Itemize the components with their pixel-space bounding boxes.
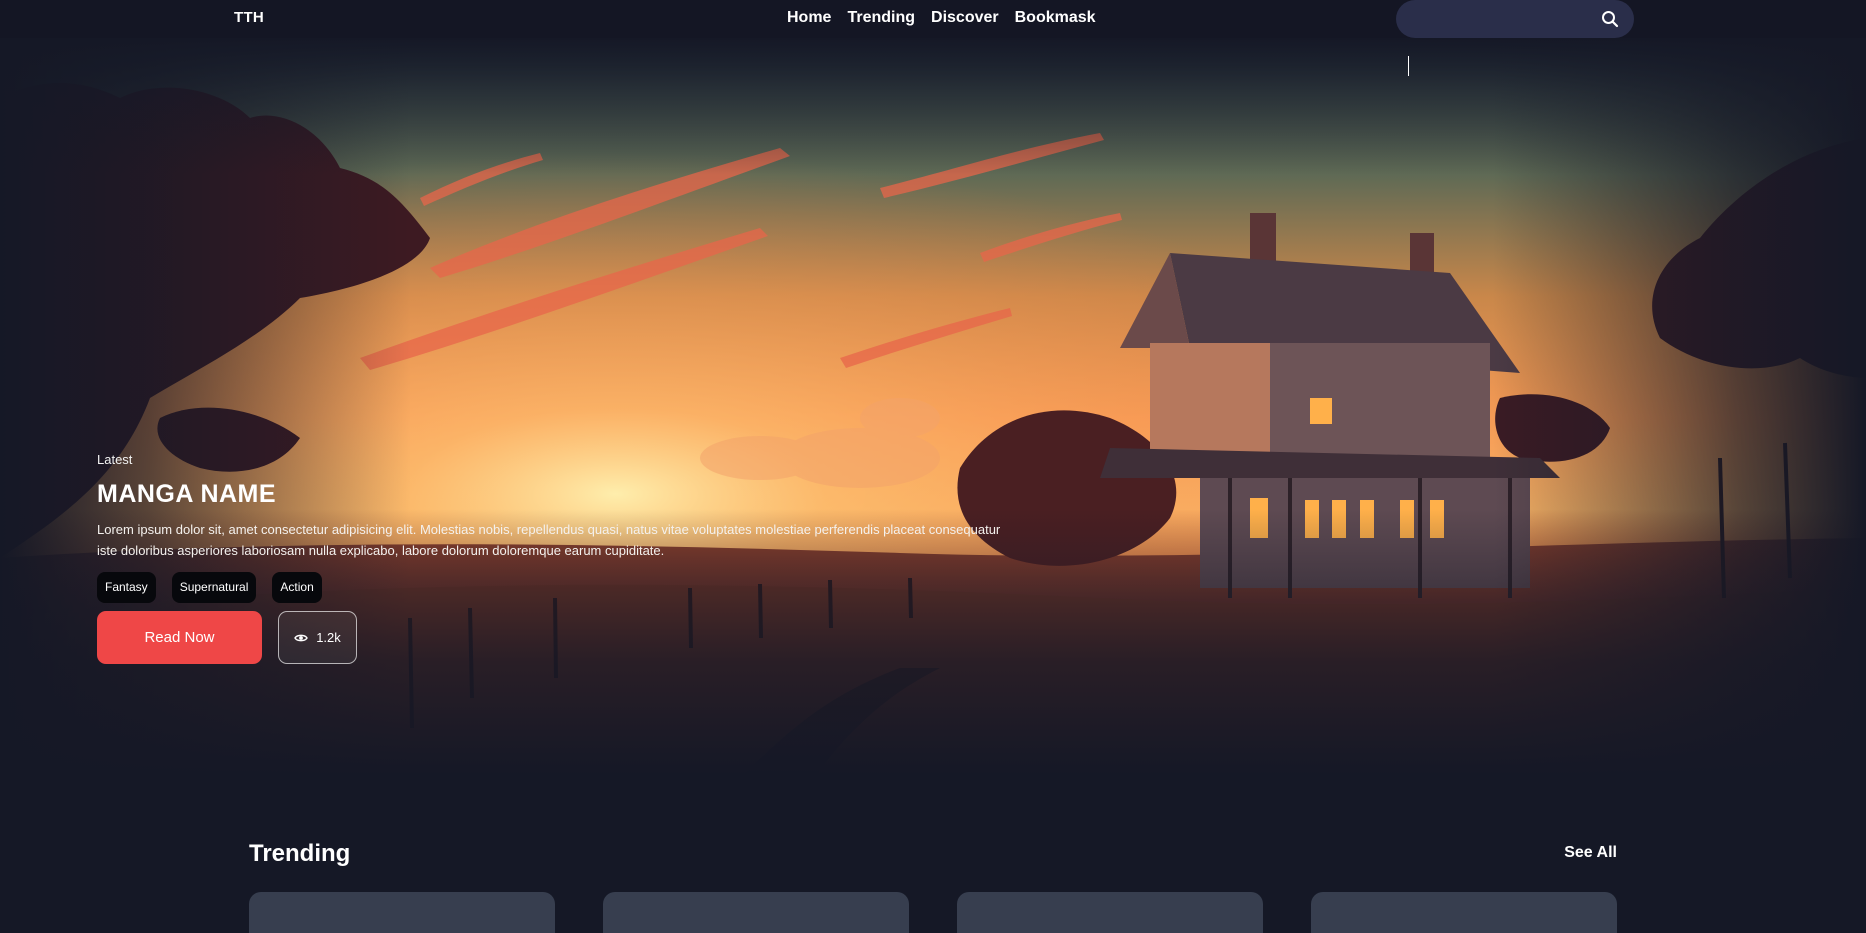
hero-actions: Read Now 1.2k (97, 611, 1017, 664)
top-nav: TTH Home Trending Discover Bookmask (0, 0, 1866, 38)
hero-label: Latest (97, 452, 133, 467)
tag-supernatural[interactable]: Supernatural (171, 572, 257, 603)
trending-card[interactable] (1311, 892, 1617, 933)
trending-title: Trending (249, 840, 351, 867)
nav-link-discover[interactable]: Discover (931, 9, 999, 27)
trending-card[interactable] (957, 892, 1263, 933)
page: TTH Home Trending Discover Bookmask Late… (0, 0, 1866, 933)
hero-content: Latest MANGA NAME Lorem ipsum dolor sit,… (97, 452, 1017, 664)
nav-link-trending[interactable]: Trending (847, 9, 915, 27)
genre-tags: Fantasy Supernatural Action (97, 572, 1017, 603)
search-input[interactable] (1416, 9, 1586, 29)
nav-links: Home Trending Discover Bookmask (787, 9, 1096, 27)
views-count: 1.2k (316, 630, 341, 645)
manga-title: MANGA NAME (97, 480, 277, 508)
tag-action[interactable]: Action (272, 572, 322, 603)
search-bar[interactable] (1396, 0, 1634, 38)
search-icon[interactable] (1600, 9, 1620, 29)
manga-description: Lorem ipsum dolor sit, amet consectetur … (97, 522, 1001, 558)
site-logo[interactable]: TTH (234, 9, 264, 26)
read-now-button[interactable]: Read Now (97, 611, 262, 664)
trending-header: Trending See All (249, 836, 1617, 876)
tag-fantasy[interactable]: Fantasy (97, 572, 156, 603)
text-cursor (1408, 56, 1409, 76)
trending-cards (249, 892, 1617, 933)
see-all-link[interactable]: See All (1564, 844, 1617, 862)
hero-banner: Latest MANGA NAME Lorem ipsum dolor sit,… (0, 38, 1866, 798)
trending-card[interactable] (603, 892, 909, 933)
nav-link-bookmarks[interactable]: Bookmask (1015, 9, 1096, 27)
nav-link-home[interactable]: Home (787, 9, 831, 27)
eye-icon (294, 634, 309, 641)
views-badge: 1.2k (278, 611, 357, 664)
trending-card[interactable] (249, 892, 555, 933)
hero-vignette (0, 38, 1866, 798)
